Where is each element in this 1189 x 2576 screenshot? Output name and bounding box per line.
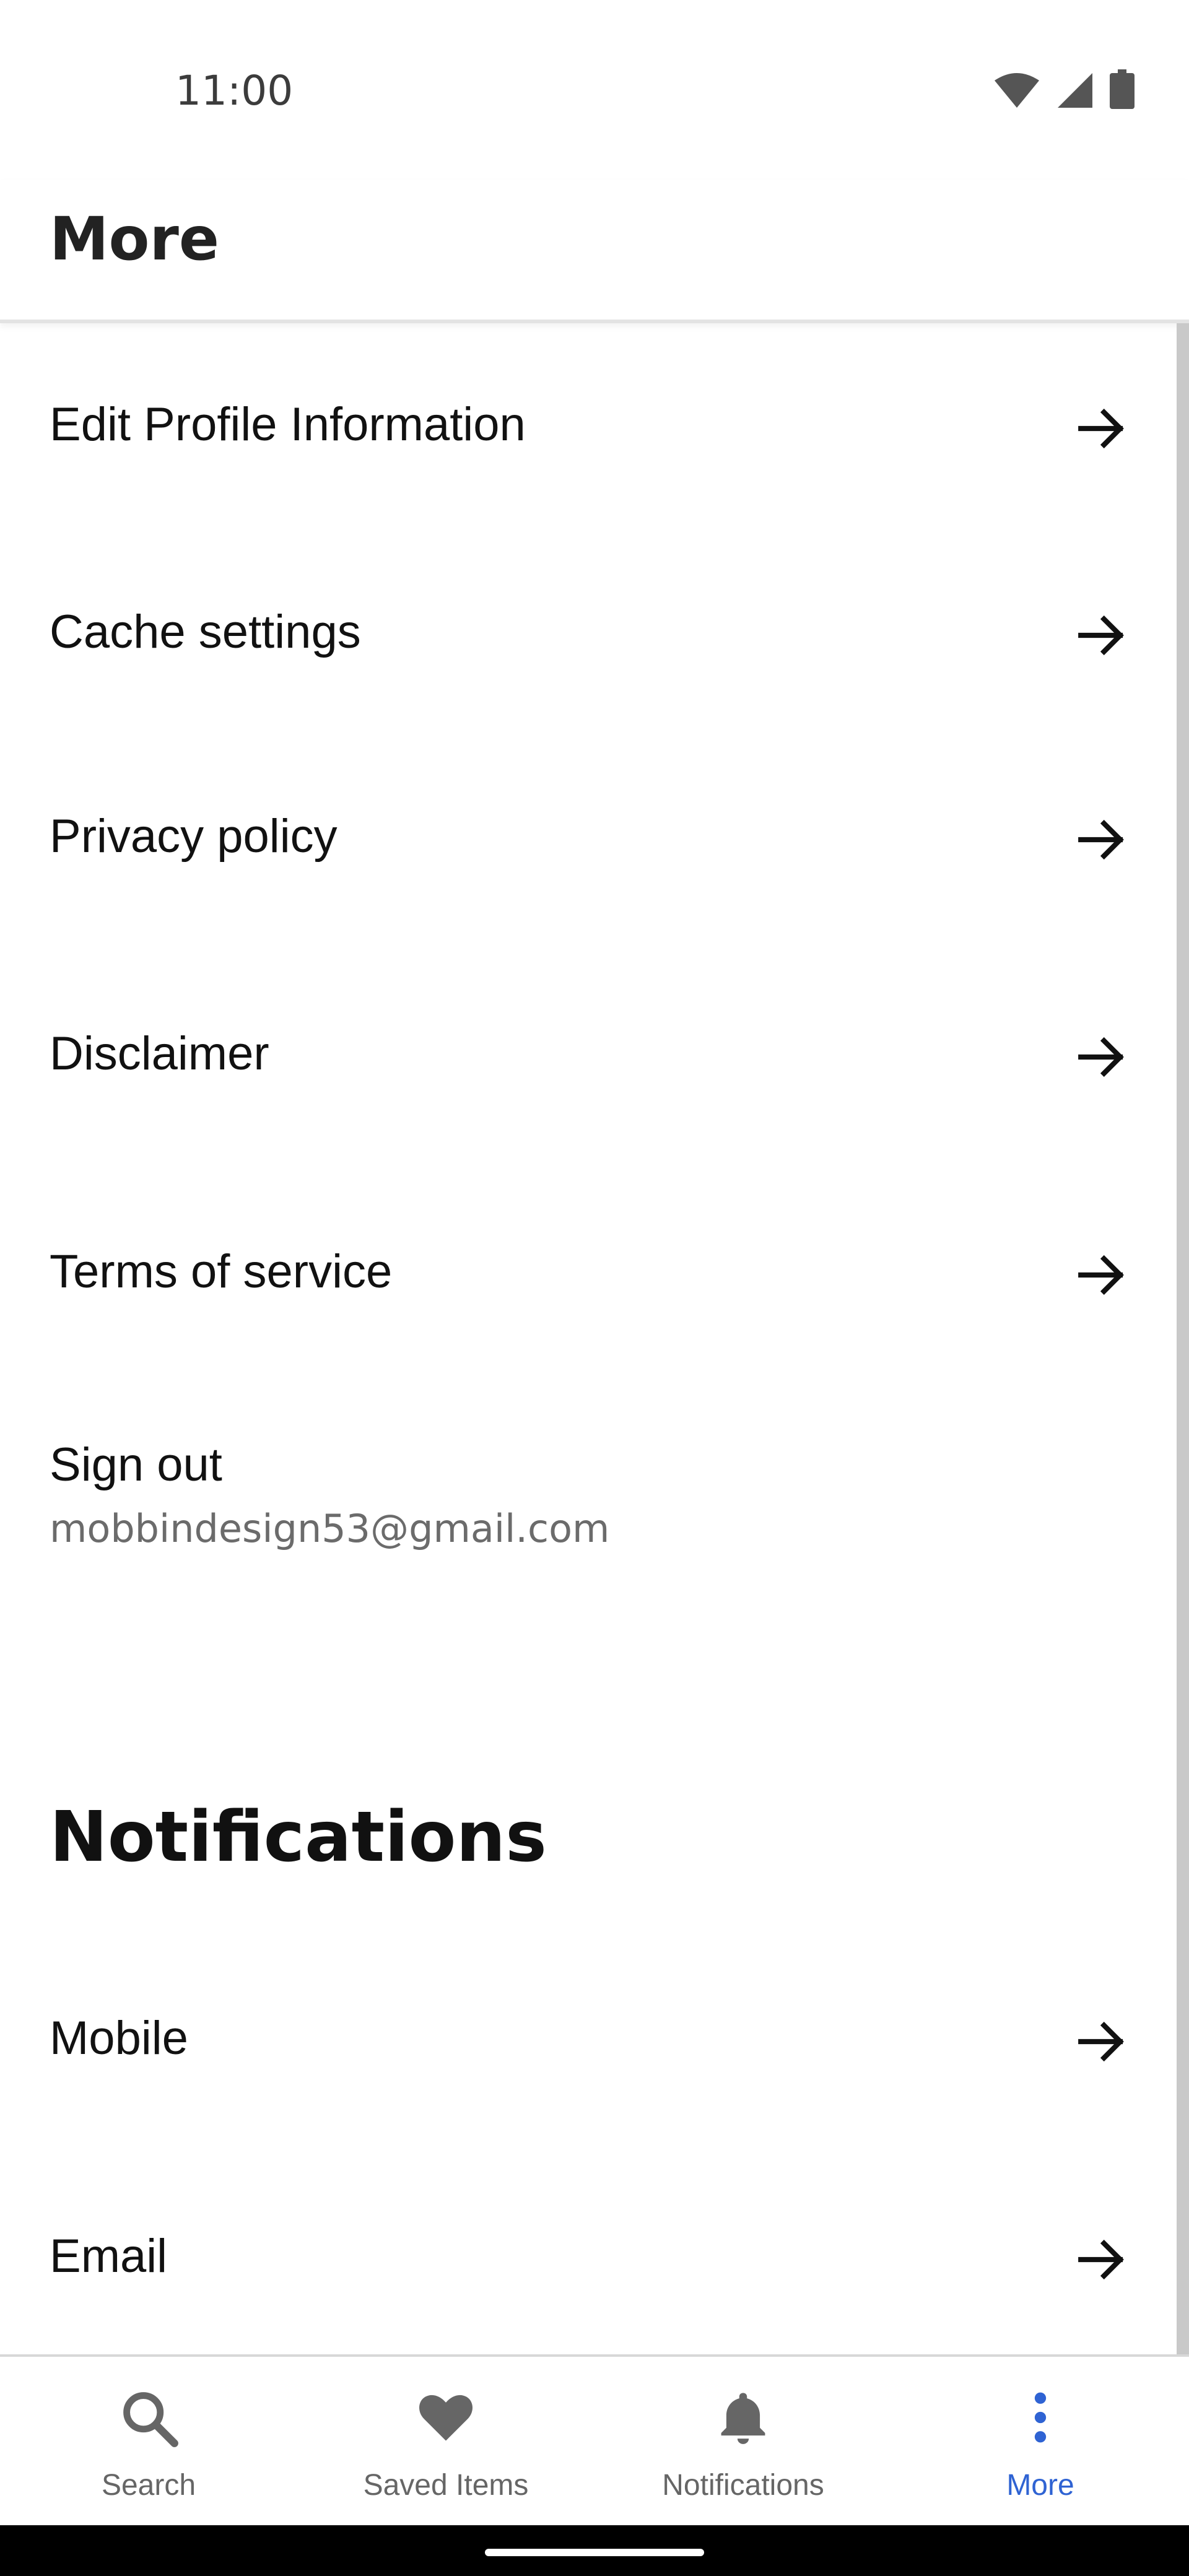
nav-item-search[interactable]: Search [0, 2357, 297, 2528]
signal-icon [1056, 72, 1094, 112]
status-icons [993, 69, 1135, 112]
menu-item-label: Terms of service [50, 1245, 393, 1298]
system-navigation-bar [0, 2525, 1189, 2576]
nav-item-saved-items[interactable]: Saved Items [297, 2357, 594, 2528]
nav-item-notifications[interactable]: Notifications [594, 2357, 892, 2528]
wifi-icon [993, 72, 1040, 112]
battery-icon [1110, 69, 1135, 112]
menu-item-edit-profile[interactable]: Edit Profile Information [0, 323, 1177, 478]
page-title: More [50, 204, 219, 274]
menu-item-terms-of-service[interactable]: Terms of service [0, 1170, 1177, 1325]
search-icon [123, 2392, 178, 2447]
status-time: 11:00 [175, 67, 294, 115]
arrow-right-icon [1078, 2239, 1124, 2280]
nav-label: Search [101, 2469, 196, 2502]
nav-item-more[interactable]: More [892, 2357, 1189, 2528]
arrow-right-icon [1078, 408, 1124, 449]
signed-in-email: mobbindesign53@gmail.com [50, 1506, 610, 1551]
arrow-right-icon [1078, 1037, 1124, 1077]
scrollbar[interactable] [1177, 323, 1189, 2354]
nav-label: Notifications [662, 2469, 824, 2502]
menu-item-cache-settings[interactable]: Cache settings [0, 531, 1177, 685]
arrow-right-icon [1078, 819, 1124, 860]
menu-item-mobile[interactable]: Mobile [0, 1951, 1177, 2105]
settings-list: Edit Profile Information Cache settings … [0, 323, 1177, 2354]
section-title-notifications: Notifications [50, 1797, 547, 1878]
menu-item-label: Mobile [50, 2012, 188, 2065]
nav-label: Saved Items [363, 2469, 529, 2502]
menu-item-label: Disclaimer [50, 1027, 269, 1080]
menu-item-disclaimer[interactable]: Disclaimer [0, 952, 1177, 1107]
sign-out-item[interactable]: Sign out mobbindesign53@gmail.com [0, 1401, 1177, 1586]
nav-label: More [1006, 2469, 1074, 2502]
bottom-navigation: Search Saved Items Notifications More [0, 2354, 1189, 2528]
bell-icon [721, 2393, 765, 2444]
menu-item-label: Edit Profile Information [50, 398, 526, 451]
menu-item-label: Privacy policy [50, 810, 338, 863]
home-gesture-handle[interactable] [485, 2549, 704, 2556]
menu-item-privacy-policy[interactable]: Privacy policy [0, 735, 1177, 890]
arrow-right-icon [1078, 615, 1124, 656]
heart-icon [419, 2395, 473, 2441]
app-bar: More [0, 180, 1189, 323]
menu-item-label: Email [50, 2230, 168, 2282]
menu-item-email[interactable]: Email [0, 2169, 1177, 2323]
arrow-right-icon [1078, 1255, 1124, 1295]
more-vertical-icon [1034, 2392, 1047, 2443]
status-bar: 11:00 [0, 0, 1189, 180]
menu-item-label: Cache settings [50, 606, 361, 658]
arrow-right-icon [1078, 2021, 1124, 2062]
sign-out-label: Sign out [50, 1438, 222, 1491]
